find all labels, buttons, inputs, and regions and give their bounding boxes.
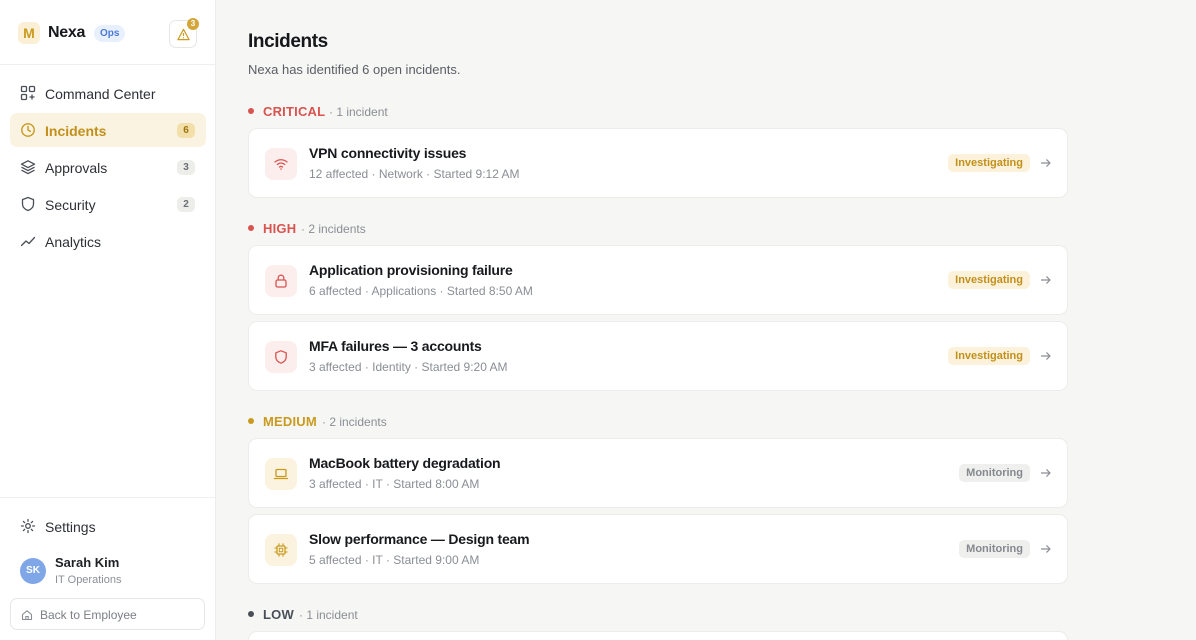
status-badge: Monitoring <box>959 464 1030 482</box>
severity-dot <box>248 108 254 114</box>
alert-count-badge: 3 <box>187 18 199 30</box>
user-name: Sarah Kim <box>55 555 120 570</box>
arrow-right-icon[interactable] <box>1040 467 1052 479</box>
sidebar-item-label: Analytics <box>45 234 102 250</box>
brand-name: Nexa <box>48 24 86 41</box>
incident-title: Application provisioning failure <box>309 262 513 278</box>
arrow-right-icon[interactable] <box>1040 157 1052 169</box>
sidebar-footer: Settings SK Sarah Kim IT Operations Back… <box>0 497 215 640</box>
severity-dot <box>248 418 254 424</box>
lock-icon <box>275 274 287 288</box>
incident-title: MacBook battery degradation <box>309 455 501 471</box>
brand-header: M Nexa Ops 3 <box>0 0 215 65</box>
laptop-icon <box>273 468 289 480</box>
arrow-right-icon[interactable] <box>1040 350 1052 362</box>
incident-card[interactable]: MacBook battery degradation 3 affected ·… <box>248 438 1068 508</box>
grid-icon <box>20 85 36 101</box>
incident-meta: 3 affected · Identity · Started 9:20 AM <box>309 360 508 374</box>
status-badge: Investigating <box>948 271 1030 289</box>
sidebar-item-label: Security <box>45 197 96 213</box>
incident-card-partial[interactable] <box>248 631 1068 640</box>
incident-card[interactable]: Slow performance — Design team 5 affecte… <box>248 514 1068 584</box>
layers-icon <box>20 160 36 175</box>
severity-dot <box>248 225 254 231</box>
incident-meta: 5 affected · IT · Started 9:00 AM <box>309 553 480 567</box>
status-badge: Investigating <box>948 154 1030 172</box>
incident-title: VPN connectivity issues <box>309 145 467 161</box>
incidents-count-badge: 6 <box>177 123 195 138</box>
wifi-icon <box>274 159 288 170</box>
incident-card[interactable]: MFA failures — 3 accounts 3 affected · I… <box>248 321 1068 391</box>
trend-icon <box>20 236 36 247</box>
approvals-count-badge: 3 <box>177 160 195 175</box>
group-name: HIGH <box>263 221 297 236</box>
sidebar-item-approvals[interactable]: Approvals 3 <box>10 150 206 184</box>
sidebar: M Nexa Ops 3 Command Center Incidents 6 … <box>0 0 216 640</box>
settings-label: Settings <box>45 519 96 535</box>
group-count: · 1 incident <box>329 105 388 119</box>
clock-icon <box>21 123 35 137</box>
chip-icon <box>274 543 288 557</box>
back-to-employee-button[interactable]: Back to Employee <box>10 598 205 630</box>
group-count: · 1 incident <box>299 608 358 622</box>
page-title: Incidents <box>248 31 328 52</box>
incident-icon-box <box>265 458 297 490</box>
incident-meta: 6 affected · Applications · Started 8:50… <box>309 284 533 298</box>
incident-meta: 3 affected · IT · Started 8:00 AM <box>309 477 480 491</box>
arrow-right-icon[interactable] <box>1040 543 1052 555</box>
arrow-right-icon[interactable] <box>1040 274 1052 286</box>
home-icon <box>21 610 33 621</box>
user-role: IT Operations <box>55 574 122 586</box>
incident-icon-box <box>265 534 297 566</box>
alerts-button[interactable]: 3 <box>169 18 199 48</box>
shield-icon <box>21 196 35 212</box>
nexa-logo: M <box>18 22 40 44</box>
page-subtitle: Nexa has identified 6 open incidents. <box>248 62 461 77</box>
group-count: · 2 incidents <box>322 415 387 429</box>
group-name: CRITICAL <box>263 104 326 119</box>
status-badge: Investigating <box>948 347 1030 365</box>
avatar: SK <box>20 558 46 584</box>
incident-title: Slow performance — Design team <box>309 531 530 547</box>
sidebar-item-command-center[interactable]: Command Center <box>10 76 206 110</box>
gear-icon <box>20 518 36 534</box>
incident-icon-box <box>265 148 297 180</box>
user-profile[interactable]: SK Sarah Kim IT Operations <box>20 554 205 590</box>
back-to-employee-label: Back to Employee <box>40 608 137 622</box>
sidebar-item-label: Command Center <box>45 86 156 102</box>
main-content: Incidents Nexa has identified 6 open inc… <box>216 0 1196 640</box>
group-name: LOW <box>263 607 294 622</box>
sidebar-item-label: Approvals <box>45 160 108 176</box>
shield-icon <box>275 350 287 364</box>
sidebar-item-analytics[interactable]: Analytics <box>10 224 206 258</box>
security-count-badge: 2 <box>177 197 195 212</box>
sidebar-nav: Command Center Incidents 6 Approvals 3 S… <box>10 76 206 261</box>
incident-card[interactable]: Application provisioning failure 6 affec… <box>248 245 1068 315</box>
status-badge: Monitoring <box>959 540 1030 558</box>
incident-meta: 12 affected · Network · Started 9:12 AM <box>309 167 520 181</box>
group-count: · 2 incidents <box>301 222 366 236</box>
warning-icon <box>177 28 190 41</box>
incident-card[interactable]: VPN connectivity issues 12 affected · Ne… <box>248 128 1068 198</box>
sidebar-item-security[interactable]: Security 2 <box>10 187 206 221</box>
severity-dot <box>248 611 254 617</box>
group-name: MEDIUM <box>263 414 317 429</box>
incident-icon-box <box>265 265 297 297</box>
incident-icon-box <box>265 341 297 373</box>
sidebar-item-label: Incidents <box>45 123 107 139</box>
ops-badge: Ops <box>94 25 126 42</box>
sidebar-item-settings[interactable]: Settings <box>10 508 206 542</box>
sidebar-item-incidents[interactable]: Incidents 6 <box>10 113 206 147</box>
incident-title: MFA failures — 3 accounts <box>309 338 482 354</box>
